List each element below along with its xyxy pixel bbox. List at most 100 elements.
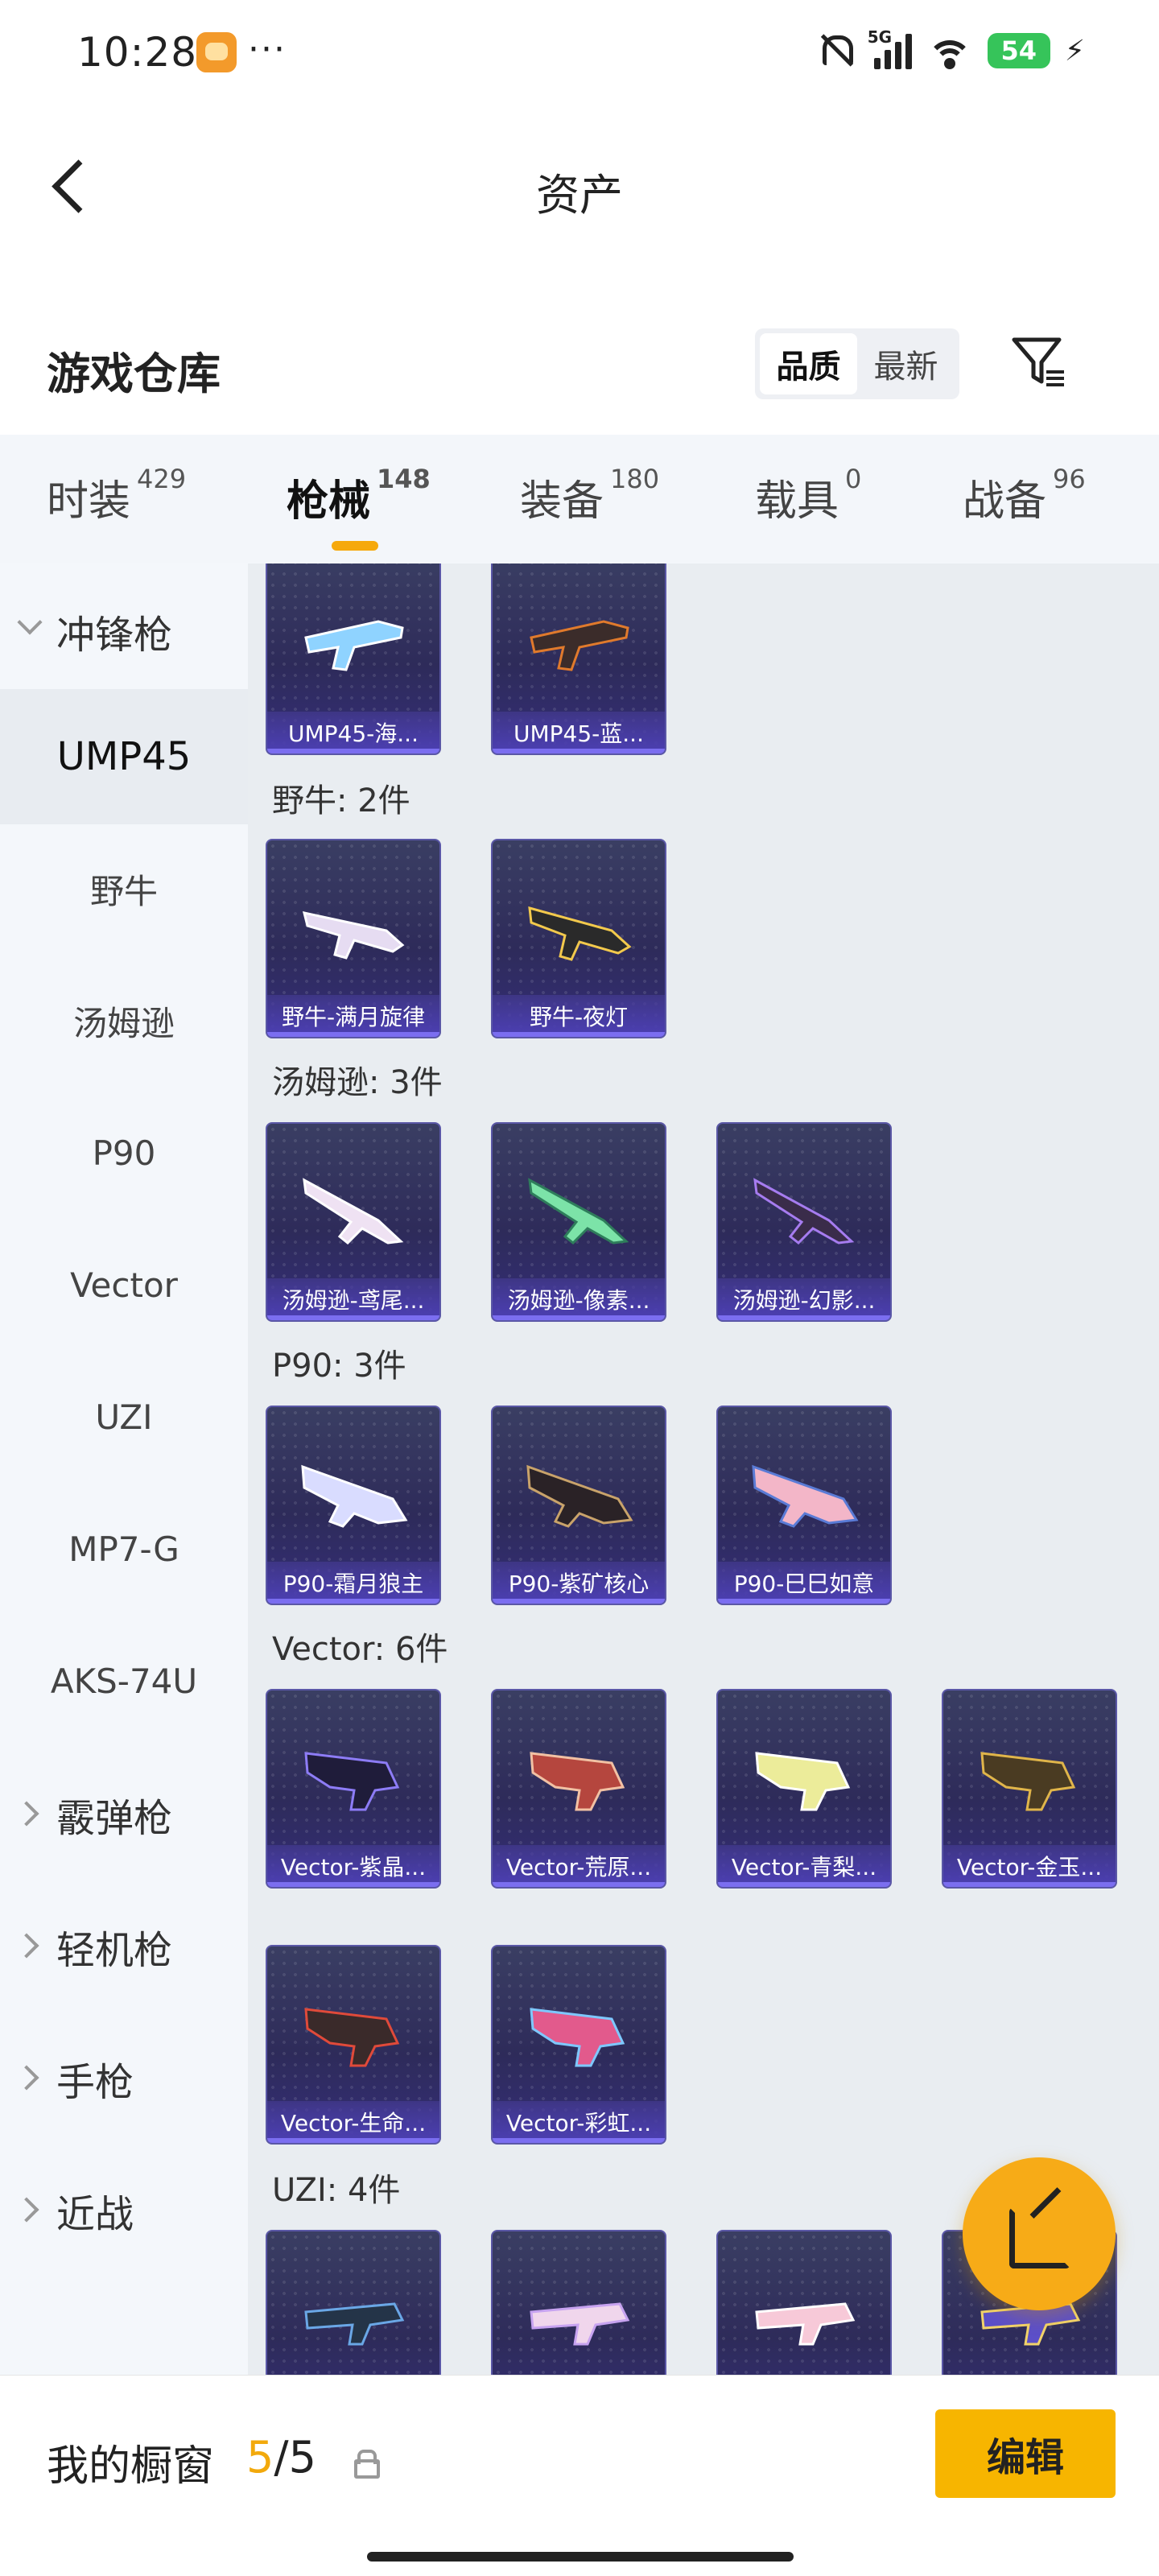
- skin-name: P90-紫矿核心: [493, 1562, 665, 1604]
- skin-card[interactable]: Vector-生命...: [266, 1945, 441, 2145]
- tab-equipment[interactable]: 装备 180: [520, 464, 659, 527]
- skin-card[interactable]: 野牛-满月旋律: [266, 839, 441, 1038]
- skin-name: P90-巳巳如意: [718, 1562, 890, 1604]
- skin-card[interactable]: Vector-青梨...: [716, 1689, 892, 1889]
- skin-name: UMP45-海...: [267, 712, 439, 753]
- skin-card[interactable]: Vector-紫晶...: [266, 1689, 441, 1889]
- sidebar-item-vector[interactable]: Vector: [0, 1217, 248, 1352]
- gun-skin-image: [528, 906, 632, 961]
- sidebar-group-smg[interactable]: 冲锋枪: [0, 564, 248, 699]
- sidebar-group-melee[interactable]: 近战: [0, 2143, 248, 2278]
- skin-card[interactable]: 汤姆逊-鸢尾...: [266, 1122, 441, 1322]
- skin-name: 汤姆逊-幻影...: [718, 1278, 890, 1320]
- skin-name: 野牛-满月旋律: [267, 995, 439, 1037]
- sidebar-group-shotgun[interactable]: 霰弹枪: [0, 1747, 248, 1882]
- skin-name: Vector-青梨...: [718, 1845, 890, 1887]
- section-title: UZI: 4件: [272, 2172, 401, 2209]
- section-title: 汤姆逊: 3件: [272, 1064, 443, 1101]
- signal-icon: 5G: [868, 27, 912, 69]
- weapon-sidebar: 冲锋枪 UMP45 野牛 汤姆逊 P90 Vector UZI MP7-G AK…: [0, 564, 248, 2375]
- sidebar-group-pistol[interactable]: 手枪: [0, 2011, 248, 2146]
- status-bar: 10:28 ··· 5G 54 ⚡: [0, 0, 1159, 105]
- sidebar-item-ump45[interactable]: UMP45: [0, 689, 248, 824]
- tab-supplies[interactable]: 战备 96: [963, 464, 1086, 527]
- sort-toggle: 品质 最新: [755, 328, 959, 399]
- skin-card[interactable]: 野牛-夜灯: [491, 839, 666, 1038]
- skin-name: P90-霜月狼主: [267, 1562, 439, 1604]
- gun-skin-image: [303, 1178, 404, 1245]
- category-tabs: 时装 429 枪械 148 装备 180 载具 0 战备 96: [0, 435, 1159, 564]
- showcase-count: 5/5: [246, 2432, 316, 2483]
- skin-name: Vector-彩虹...: [493, 2101, 665, 2143]
- skin-name: UMP45-蓝...: [493, 712, 665, 753]
- sidebar-item-thompson[interactable]: 汤姆逊: [0, 953, 248, 1088]
- skin-card[interactable]: Vector-金玉...: [942, 1689, 1117, 1889]
- skin-card[interactable]: UMP45-蓝...: [491, 564, 666, 755]
- tab-firearms[interactable]: 枪械 148: [287, 464, 431, 551]
- gun-skin-image: [526, 1464, 633, 1528]
- section-title: 野牛: 2件: [272, 782, 410, 819]
- showcase-label: 我的橱窗: [47, 2442, 215, 2491]
- weapon-skin-grid: UMP45-海... UMP45-蓝... 野牛: 2件 野牛-满月旋律 野牛-…: [248, 564, 1159, 2375]
- showcase-bar: 我的橱窗 5/5 编辑: [0, 2375, 1159, 2576]
- skin-name: Vector-金玉...: [943, 1845, 1116, 1887]
- sidebar-item-uzi[interactable]: UZI: [0, 1349, 248, 1484]
- skin-card[interactable]: P90-霜月狼主: [266, 1406, 441, 1605]
- sort-latest-button[interactable]: 最新: [857, 333, 955, 394]
- gun-skin-image: [304, 620, 404, 671]
- chevron-right-icon: [14, 1801, 39, 1827]
- skin-name: 汤姆逊-像素...: [493, 1278, 665, 1320]
- more-notifications-icon: ···: [248, 29, 287, 70]
- sidebar-item-aks74u[interactable]: AKS-74U: [0, 1613, 248, 1748]
- skin-card[interactable]: UMP45-海...: [266, 564, 441, 755]
- skin-name: Vector-生命...: [267, 2101, 439, 2143]
- section-title: P90: 3件: [272, 1348, 406, 1385]
- tab-outfits[interactable]: 时装 429: [47, 464, 186, 527]
- gun-skin-image: [304, 2302, 405, 2346]
- gun-skin-image: [752, 1464, 859, 1528]
- sidebar-item-mp7g[interactable]: MP7-G: [0, 1481, 248, 1616]
- skin-card[interactable]: 汤姆逊-幻影...: [716, 1122, 892, 1322]
- skin-card[interactable]: Vector-荒原...: [491, 1689, 666, 1889]
- skin-card[interactable]: [491, 2230, 666, 2375]
- chevron-down-icon: [17, 609, 43, 635]
- gun-skin-image: [980, 1752, 1076, 1811]
- tab-vehicles[interactable]: 载具 0: [755, 464, 861, 527]
- skin-card[interactable]: P90-巳巳如意: [716, 1406, 892, 1605]
- gun-skin-image: [304, 2008, 400, 2067]
- skin-card[interactable]: Vector-彩虹...: [491, 1945, 666, 2145]
- section-title: Vector: 6件: [272, 1631, 448, 1668]
- skin-card[interactable]: P90-紫矿核心: [491, 1406, 666, 1605]
- gun-skin-image: [753, 1178, 855, 1245]
- skin-name: Vector-紫晶...: [267, 1845, 439, 1887]
- gun-skin-image: [304, 1752, 400, 1811]
- assets-page: 10:28 ··· 5G 54 ⚡ 资产 游戏仓库 品质 最新 时装 429 枪…: [0, 0, 1159, 2576]
- charging-icon: ⚡: [1064, 34, 1085, 68]
- sidebar-group-lmg[interactable]: 轻机枪: [0, 1879, 248, 2014]
- skin-card[interactable]: [266, 2230, 441, 2375]
- app-notification-icon: [196, 32, 237, 72]
- skin-name: 野牛-夜灯: [493, 995, 665, 1037]
- gun-skin-image: [530, 1752, 625, 1811]
- gun-skin-image: [755, 1752, 851, 1811]
- warehouse-title: 游戏仓库: [47, 349, 221, 399]
- sidebar-item-bizon[interactable]: 野牛: [0, 821, 248, 956]
- skin-name: Vector-荒原...: [493, 1845, 665, 1887]
- skin-card[interactable]: 汤姆逊-像素...: [491, 1122, 666, 1322]
- skin-card[interactable]: [716, 2230, 892, 2375]
- gun-skin-image: [301, 1464, 408, 1528]
- lock-icon: [353, 2450, 380, 2479]
- active-tab-indicator: [332, 541, 378, 551]
- clock: 10:28: [77, 29, 198, 76]
- edit-button[interactable]: 编辑: [935, 2409, 1116, 2498]
- gun-skin-image: [528, 1178, 629, 1245]
- gun-skin-image: [530, 2302, 630, 2346]
- gun-skin-image: [530, 620, 629, 671]
- filter-icon[interactable]: [1011, 335, 1067, 391]
- sidebar-item-p90[interactable]: P90: [0, 1085, 248, 1220]
- home-indicator[interactable]: [367, 2552, 794, 2562]
- mute-icon: [816, 31, 853, 71]
- gun-skin-image: [530, 2008, 625, 2067]
- share-fab-icon[interactable]: [963, 2157, 1116, 2310]
- sort-quality-button[interactable]: 品质: [760, 333, 857, 394]
